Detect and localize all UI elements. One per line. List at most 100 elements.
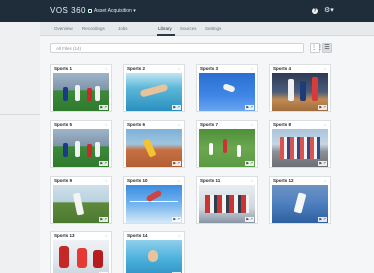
card-thumbnail[interactable]: ▶ ↗ [272, 73, 328, 111]
card-header: Sports 13 ☆ [51, 232, 111, 239]
asset-card[interactable]: Sports 6 ☆ ▶ ↗ [123, 120, 185, 168]
card-header: Sports 7 ☆ [197, 121, 257, 128]
card-title: Sports 5 [54, 122, 73, 127]
card-thumbnail[interactable]: ▶ ↗ [272, 129, 328, 167]
card-thumbnail[interactable]: ▶ ↗ [126, 73, 182, 111]
asset-card[interactable]: Sports 14 ☆ ▶ ↗ [123, 231, 185, 273]
project-icon [88, 9, 92, 13]
card-title: Sports 8 [273, 122, 292, 127]
card-title: Sports 9 [54, 178, 73, 183]
card-actions[interactable]: ▶ ↗ [318, 217, 327, 222]
list-view-button[interactable]: ☰ [322, 43, 332, 53]
panel-divider [0, 114, 40, 115]
card-thumbnail[interactable]: ▶ ↗ [53, 73, 109, 111]
left-panel [0, 22, 40, 273]
project-name: Asset Acquisition [94, 8, 132, 14]
card-title: Sports 14 [127, 233, 148, 238]
search-placeholder: All Files (14) [56, 46, 82, 51]
asset-card[interactable]: Sports 12 ☆ ▶ ↗ [269, 176, 331, 224]
card-header: Sports 14 ☆ [124, 232, 184, 239]
card-thumbnail[interactable]: ▶ ↗ [199, 185, 255, 223]
card-thumbnail[interactable]: ▶ ↗ [53, 185, 109, 223]
card-header: Sports 4 ☆ [270, 65, 330, 72]
asset-card[interactable]: Sports 13 ☆ ▶ ↗ [50, 231, 112, 273]
star-icon[interactable]: ☆ [250, 122, 254, 127]
tab-bar: Overview Recordings Jobs Library Sources… [40, 22, 374, 36]
star-icon[interactable]: ☆ [250, 178, 254, 183]
asset-card[interactable]: Sports 1 ☆ ▶ ↗ [50, 64, 112, 112]
card-actions[interactable]: ▶ ↗ [245, 105, 254, 110]
card-actions[interactable]: ▶ ↗ [172, 161, 181, 166]
asset-card[interactable]: Sports 11 ☆ ▶ ↗ [196, 176, 258, 224]
asset-card[interactable]: Sports 4 ☆ ▶ ↗ [269, 64, 331, 112]
tab-overview[interactable]: Overview [54, 26, 73, 31]
card-header: Sports 3 ☆ [197, 65, 257, 72]
asset-card[interactable]: Sports 9 ☆ ▶ ↗ [50, 176, 112, 224]
star-icon[interactable]: ☆ [177, 66, 181, 71]
card-actions[interactable]: ▶ ↗ [172, 217, 181, 222]
card-actions[interactable]: ▶ ↗ [99, 217, 108, 222]
card-thumbnail[interactable]: ▶ ↗ [199, 129, 255, 167]
card-actions[interactable]: ▶ ↗ [318, 161, 327, 166]
asset-card[interactable]: Sports 5 ☆ ▶ ↗ [50, 120, 112, 168]
card-actions[interactable]: ▶ ↗ [99, 105, 108, 110]
card-thumbnail[interactable]: ▶ ↗ [53, 129, 109, 167]
search-input[interactable]: All Files (14) [50, 43, 304, 53]
star-icon[interactable]: ☆ [104, 178, 108, 183]
card-title: Sports 11 [200, 178, 221, 183]
list-icon: ☰ [324, 45, 330, 51]
card-title: Sports 6 [127, 122, 146, 127]
card-actions[interactable]: ▶ ↗ [99, 161, 108, 166]
card-title: Sports 7 [200, 122, 219, 127]
card-header: Sports 11 ☆ [197, 177, 257, 184]
card-thumbnail[interactable]: ▶ ↗ [126, 240, 182, 273]
star-icon[interactable]: ☆ [323, 122, 327, 127]
star-icon[interactable]: ☆ [104, 122, 108, 127]
star-icon[interactable]: ☆ [177, 122, 181, 127]
star-icon[interactable]: ☆ [177, 233, 181, 238]
card-thumbnail[interactable]: ▶ ↗ [272, 185, 328, 223]
card-actions[interactable]: ▶ ↗ [245, 161, 254, 166]
star-icon[interactable]: ☆ [104, 66, 108, 71]
card-thumbnail[interactable]: ▶ ↗ [126, 185, 182, 223]
tab-settings[interactable]: Settings [205, 26, 221, 31]
asset-card[interactable]: Sports 2 ☆ ▶ ↗ [123, 64, 185, 112]
asset-card[interactable]: Sports 10 ☆ ▶ ↗ [123, 176, 185, 224]
card-thumbnail[interactable]: ▶ ↗ [126, 129, 182, 167]
card-title: Sports 1 [54, 66, 73, 71]
card-header: Sports 5 ☆ [51, 121, 111, 128]
card-title: Sports 4 [273, 66, 292, 71]
card-title: Sports 3 [200, 66, 219, 71]
help-icon[interactable]: ? [312, 8, 318, 14]
card-header: Sports 6 ☆ [124, 121, 184, 128]
card-actions[interactable]: ▶ ↗ [318, 105, 327, 110]
star-icon[interactable]: ☆ [177, 178, 181, 183]
card-thumbnail[interactable]: ▶ ↗ [53, 240, 109, 273]
tab-recordings[interactable]: Recordings [82, 26, 105, 31]
card-title: Sports 10 [127, 178, 148, 183]
tab-jobs[interactable]: Jobs [118, 26, 128, 31]
tab-sources[interactable]: Sources [180, 26, 197, 31]
tab-library[interactable]: Library [158, 26, 172, 31]
card-header: Sports 8 ☆ [270, 121, 330, 128]
star-icon[interactable]: ☆ [250, 66, 254, 71]
card-actions[interactable]: ▶ ↗ [245, 217, 254, 222]
grid-view-button[interactable]: ⋮⋮ [310, 43, 323, 53]
card-header: Sports 1 ☆ [51, 65, 111, 72]
star-icon[interactable]: ☆ [104, 233, 108, 238]
card-header: Sports 2 ☆ [124, 65, 184, 72]
asset-card[interactable]: Sports 3 ☆ ▶ ↗ [196, 64, 258, 112]
asset-card[interactable]: Sports 7 ☆ ▶ ↗ [196, 120, 258, 168]
star-icon[interactable]: ☆ [323, 178, 327, 183]
card-actions[interactable]: ▶ ↗ [172, 105, 181, 110]
card-header: Sports 9 ☆ [51, 177, 111, 184]
project-selector[interactable]: Asset Acquisition ▾ [88, 8, 136, 14]
card-title: Sports 2 [127, 66, 146, 71]
gear-icon[interactable]: ⚙▾ [324, 7, 336, 15]
card-title: Sports 13 [54, 233, 75, 238]
card-header: Sports 12 ☆ [270, 177, 330, 184]
card-thumbnail[interactable]: ▶ ↗ [199, 73, 255, 111]
card-header: Sports 10 ☆ [124, 177, 184, 184]
star-icon[interactable]: ☆ [323, 66, 327, 71]
asset-card[interactable]: Sports 8 ☆ ▶ ↗ [269, 120, 331, 168]
